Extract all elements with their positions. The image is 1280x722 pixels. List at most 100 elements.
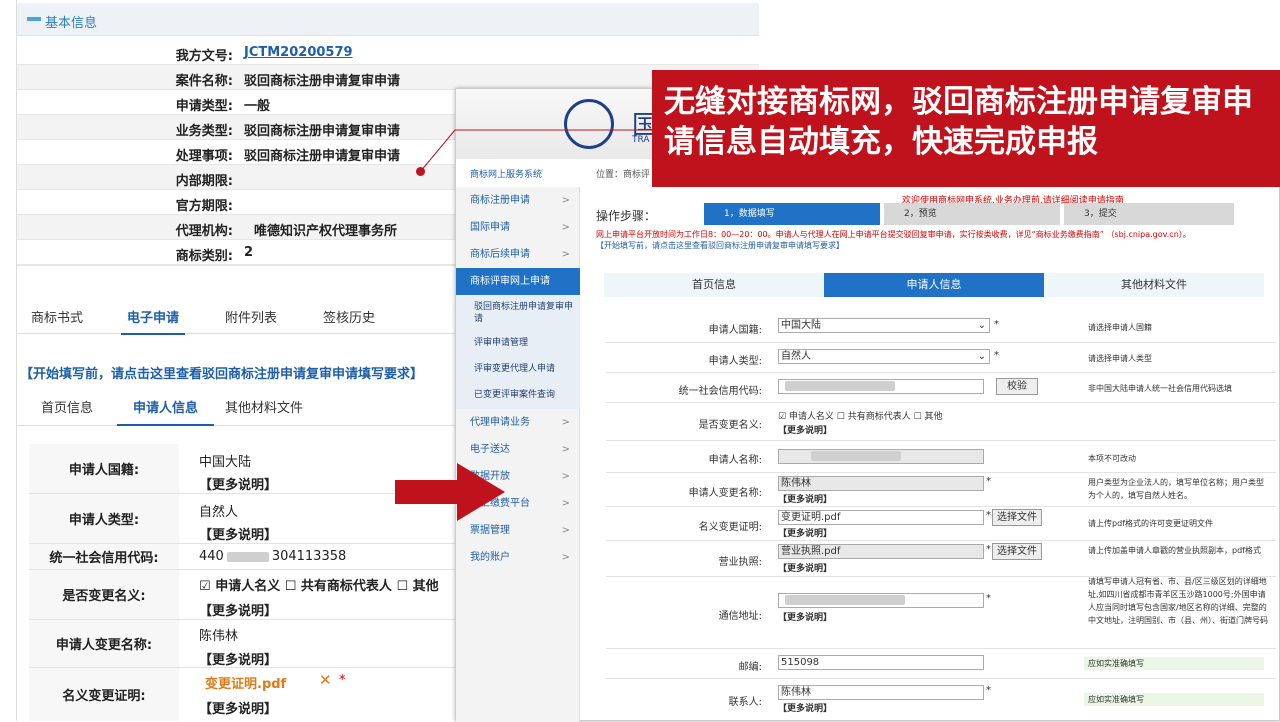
field-hint: 请上传pdf格式的许可变更证明文件: [1088, 519, 1213, 528]
changed-name-value[interactable]: 陈伟林: [199, 625, 238, 644]
fill-requirements-link[interactable]: 【开始填写前，请点击这里查看驳回商标注册申请复审申请填写要求】: [20, 363, 423, 382]
field-value: 驳回商标注册申请复审申请: [244, 124, 401, 139]
field-hint: 应如实准确填写: [1084, 693, 1264, 706]
credit-code-input[interactable]: [778, 379, 984, 394]
verify-button[interactable]: 校验: [996, 378, 1038, 395]
section-bar-icon: [27, 17, 41, 21]
sidebar-menu-item[interactable]: 商标评审网上申请: [456, 268, 580, 295]
field-label: 申请人类型:: [708, 356, 762, 367]
cert-file-input[interactable]: 变更证明.pdf: [778, 510, 984, 525]
basic-info-row: 案件名称: 驳回商标注册申请复审申请: [17, 65, 759, 90]
option-label: 其他: [412, 579, 439, 594]
zip-input[interactable]: 515098: [778, 655, 984, 670]
address-input[interactable]: [778, 593, 984, 608]
menu-label: 我的账户: [470, 552, 510, 563]
field-hint: 请选择申请人国籍: [1088, 323, 1152, 332]
option-label: 申请人名义: [215, 579, 281, 594]
tab-home-info[interactable]: 首页信息: [604, 273, 824, 297]
field-hint: 应如实准确填写: [1084, 657, 1264, 670]
sidebar-submenu-item[interactable]: 已变更评审案件查询: [456, 383, 580, 409]
nationality-select[interactable]: 中国大陆 ⌄: [778, 318, 990, 333]
input-value: 陈伟林: [781, 687, 811, 698]
required-star: *: [994, 319, 999, 330]
checkbox-applicant-name[interactable]: ☑: [199, 579, 215, 594]
license-file-input[interactable]: 营业执照.pdf: [778, 544, 984, 559]
requirements-link[interactable]: 【开始填写前，请点击这里查看驳回商标注册申请复审申请填写要求】: [596, 240, 844, 251]
sidebar-submenu-item[interactable]: 评审变更代理人申请: [456, 357, 580, 383]
field-label: 我方文号:: [175, 49, 233, 64]
tab-e-application[interactable]: 电子申请: [120, 307, 186, 335]
sidebar-menu-item[interactable]: 商标后续申请 >: [456, 241, 580, 268]
field-label: 邮编:: [738, 662, 762, 673]
field-label: 申请人类型:: [29, 494, 179, 543]
more-info-link[interactable]: 【更多说明】: [199, 649, 277, 668]
sidebar-menu-item[interactable]: 我的账户 >: [456, 544, 580, 571]
chevron-right-icon: >: [561, 222, 570, 233]
chevron-right-icon: >: [561, 525, 570, 536]
chevron-right-icon: >: [561, 552, 570, 563]
more-info-link[interactable]: 【更多说明】: [199, 524, 277, 543]
tab-other-files[interactable]: 其他材料文件: [225, 397, 303, 416]
more-info-link[interactable]: 【更多说明】: [778, 610, 832, 623]
tab-trademark-form[interactable]: 商标书式: [31, 307, 83, 326]
field-label: 名义变更证明:: [29, 668, 179, 721]
remove-file-icon[interactable]: ✕: [319, 671, 332, 689]
chevron-down-icon: ⌄: [977, 320, 986, 331]
applicant-name-input: [778, 449, 984, 464]
checkbox-co-owner[interactable]: ☐: [285, 579, 301, 594]
tab-attachments[interactable]: 附件列表: [225, 307, 277, 326]
tab-applicant-info[interactable]: 申请人信息: [824, 273, 1044, 297]
redacted-block: [226, 551, 269, 562]
more-info-link[interactable]: 【更多说明】: [778, 423, 832, 436]
name-change-options[interactable]: ☑ 申请人名义 ☐ 共有商标代表人 ☐ 其他: [778, 409, 943, 422]
menu-label: 电子送达: [470, 444, 510, 455]
sidebar-submenu-item[interactable]: 驳回商标注册申请复审申请: [456, 295, 580, 331]
callout-text: 无缝对接商标网，驳回商标注册申请复审申请信息自动填充，快速完成申报: [664, 84, 1253, 160]
field-label: 申请人国籍:: [29, 444, 179, 493]
more-info-link[interactable]: 【更多说明】: [199, 698, 277, 717]
more-info-link[interactable]: 【更多说明】: [199, 474, 277, 493]
chevron-right-icon: >: [561, 444, 570, 455]
field-value[interactable]: JCTM20200579: [244, 45, 353, 60]
choose-file-button[interactable]: 选择文件: [992, 543, 1042, 560]
sidebar-menu-item[interactable]: 商标注册申请 >: [456, 187, 580, 214]
more-info-link[interactable]: 【更多说明】: [778, 492, 832, 505]
tab-other-files[interactable]: 其他材料文件: [1044, 273, 1264, 297]
sidebar-menu-item[interactable]: 代理申请业务 >: [456, 409, 580, 436]
change-cert-row: 名义变更证明: 变更证明.pdf * 选择文件 【更多说明】 请上传pdf格式的…: [606, 507, 1276, 541]
input-value: 515098: [781, 657, 820, 668]
tab-applicant-info[interactable]: 申请人信息: [116, 397, 215, 426]
changed-name-row: 申请人变更名称: 陈伟林 * 【更多说明】 用户类型为企业法人的，填写单位名称；…: [606, 473, 1276, 507]
tab-home-info[interactable]: 首页信息: [41, 397, 93, 416]
changed-name-input[interactable]: 陈伟林: [778, 476, 984, 491]
redacted-block: [785, 595, 905, 605]
field-label: 申请人变更名称:: [29, 620, 179, 667]
sidebar-submenu-item[interactable]: 评审申请管理: [456, 331, 580, 357]
more-info-link[interactable]: 【更多说明】: [778, 561, 832, 574]
required-star: *: [986, 593, 991, 604]
sidebar-menu-item[interactable]: 国际申请 >: [456, 214, 580, 241]
tab-sign-history[interactable]: 签核历史: [323, 307, 375, 326]
more-info-link[interactable]: 【更多说明】: [778, 701, 832, 714]
contact-input[interactable]: 陈伟林: [778, 685, 984, 700]
choose-file-button[interactable]: 选择文件: [992, 509, 1042, 526]
sidebar-menu-item[interactable]: 票据管理 >: [456, 517, 580, 544]
type-value[interactable]: 自然人: [199, 501, 238, 520]
sidebar-menu-item[interactable]: 电子送达 >: [456, 436, 580, 463]
cert-file-link[interactable]: 变更证明.pdf: [205, 673, 286, 692]
type-select[interactable]: 自然人 ⌄: [778, 349, 990, 364]
credit-code-row: 统一社会信用代码: 校验 非中国大陆申请人统一社会信用代码选填: [606, 373, 1276, 403]
opening-hours-note: 网上申请平台开放时间为工作日8：00—20：00。申请人与代理人在网上申请平台提…: [596, 230, 1191, 239]
nationality-value[interactable]: 中国大陆: [199, 451, 251, 470]
chevron-right-icon: >: [561, 417, 570, 428]
field-label: 案件名称:: [175, 74, 233, 89]
field-label: 申请人国籍:: [708, 325, 762, 336]
checkbox-other[interactable]: ☐: [396, 579, 412, 594]
more-info-link[interactable]: 【更多说明】: [778, 526, 832, 539]
required-star: *: [339, 673, 346, 688]
credit-code-value[interactable]: 440 304113358: [199, 549, 346, 564]
step-3: 3，提交: [1064, 203, 1234, 225]
more-info-link[interactable]: 【更多说明】: [199, 600, 277, 619]
field-label: 统一社会信用代码:: [29, 544, 179, 569]
chevron-right-icon: >: [561, 249, 570, 260]
